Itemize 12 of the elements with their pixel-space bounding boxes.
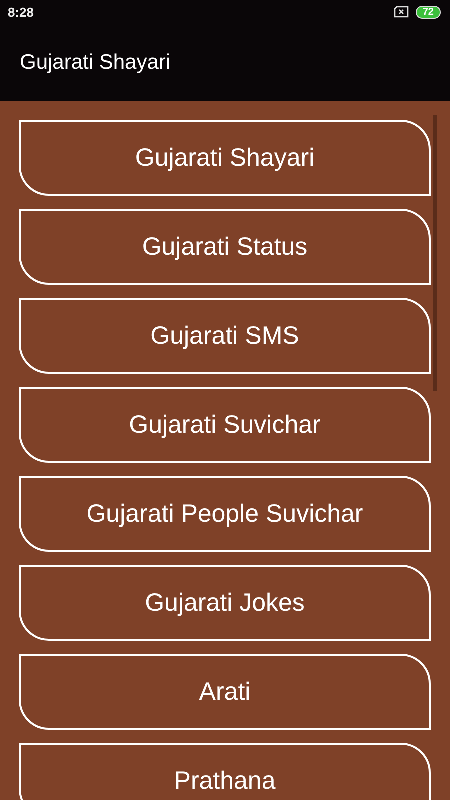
menu-button[interactable]: Gujarati Status [19,209,431,285]
menu-button[interactable]: Gujarati Jokes [19,565,431,641]
app-title: Gujarati Shayari [20,50,171,74]
no-sim-icon [394,6,409,18]
status-time: 8:28 [8,4,34,20]
battery-icon: 72 [416,6,441,18]
menu-button[interactable]: Gujarati SMS [19,298,431,374]
menu-button[interactable]: Gujarati People Suvichar [19,476,431,552]
menu-button[interactable]: Prathana [19,743,431,800]
menu-button[interactable]: Gujarati Shayari [19,120,431,196]
menu-button[interactable]: Gujarati Suvichar [19,387,431,463]
menu-button[interactable]: Arati [19,654,431,730]
